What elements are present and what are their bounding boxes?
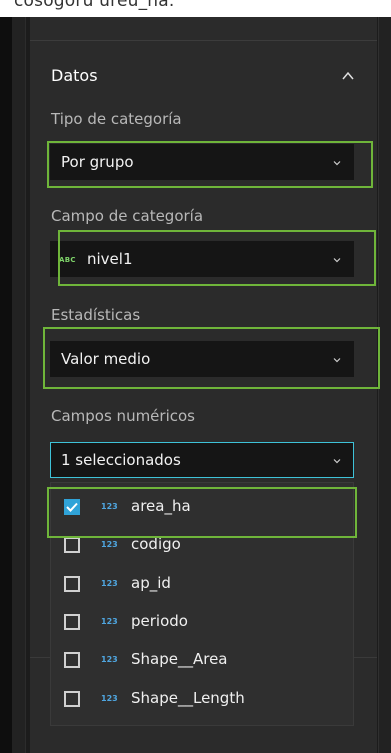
right-scrollbar[interactable] (378, 17, 391, 753)
field-option-label: periodo (131, 612, 188, 630)
category-field-select[interactable]: ABC nivel1 (50, 241, 354, 277)
field-option-periodo[interactable]: 123 periodo (51, 603, 353, 641)
chevron-up-icon[interactable] (342, 70, 354, 82)
numeric-fields-label: Campos numéricos (51, 407, 195, 425)
left-rail (0, 17, 12, 753)
category-type-label: Tipo de categoría (51, 110, 182, 128)
field-option-label: area_ha (131, 497, 191, 515)
category-type-select[interactable]: Por grupo (50, 144, 354, 180)
top-strip: cosogoru ureu_na. (0, 0, 391, 17)
number-type-icon: 123 (101, 655, 118, 664)
field-option-ap-id[interactable]: 123 ap_id (51, 565, 353, 603)
left-gutter (12, 17, 26, 753)
field-option-label: Shape__Length (131, 689, 245, 707)
statistics-label: Estadísticas (51, 306, 141, 324)
chevron-down-icon (333, 258, 341, 263)
field-option-shape-area[interactable]: 123 Shape__Area (51, 641, 353, 679)
field-option-area-ha[interactable]: 123 area_ha (51, 488, 353, 526)
checkbox-icon[interactable] (64, 537, 80, 553)
number-type-icon: 123 (101, 579, 118, 588)
category-type-value: Por grupo (61, 153, 134, 171)
numeric-fields-select[interactable]: 1 seleccionados (50, 442, 354, 478)
numeric-fields-dropdown: 123 area_ha 123 codigo 123 ap_id 123 per… (50, 482, 354, 726)
field-option-label: Shape__Area (131, 650, 228, 668)
checkbox-icon[interactable] (64, 614, 80, 630)
number-type-icon: 123 (101, 502, 118, 511)
checkbox-icon[interactable] (64, 652, 80, 668)
chevron-down-icon (333, 459, 341, 464)
field-option-label: codigo (131, 535, 181, 553)
number-type-icon: 123 (101, 617, 118, 626)
field-option-codigo[interactable]: 123 codigo (51, 526, 353, 564)
checkbox-icon[interactable] (64, 576, 80, 592)
string-type-icon: ABC (59, 256, 76, 264)
top-strip-text: cosogoru ureu_na. (14, 0, 175, 11)
field-option-shape-length[interactable]: 123 Shape__Length (51, 680, 353, 718)
number-type-icon: 123 (101, 540, 118, 549)
chevron-down-icon (333, 358, 341, 363)
number-type-icon: 123 (101, 694, 118, 703)
data-settings-panel: Datos Tipo de categoría Por grupo Campo … (30, 17, 377, 753)
field-option-label: ap_id (131, 574, 171, 592)
numeric-fields-value: 1 seleccionados (61, 451, 181, 469)
statistics-select[interactable]: Valor medio (50, 341, 354, 377)
category-field-value: nivel1 (87, 250, 133, 268)
checkbox-checked-icon[interactable] (64, 499, 80, 515)
category-field-label: Campo de categoría (51, 207, 204, 225)
checkbox-icon[interactable] (64, 691, 80, 707)
divider (30, 40, 377, 41)
section-title: Datos (51, 66, 98, 85)
statistics-value: Valor medio (61, 350, 151, 368)
chevron-down-icon (333, 161, 341, 166)
